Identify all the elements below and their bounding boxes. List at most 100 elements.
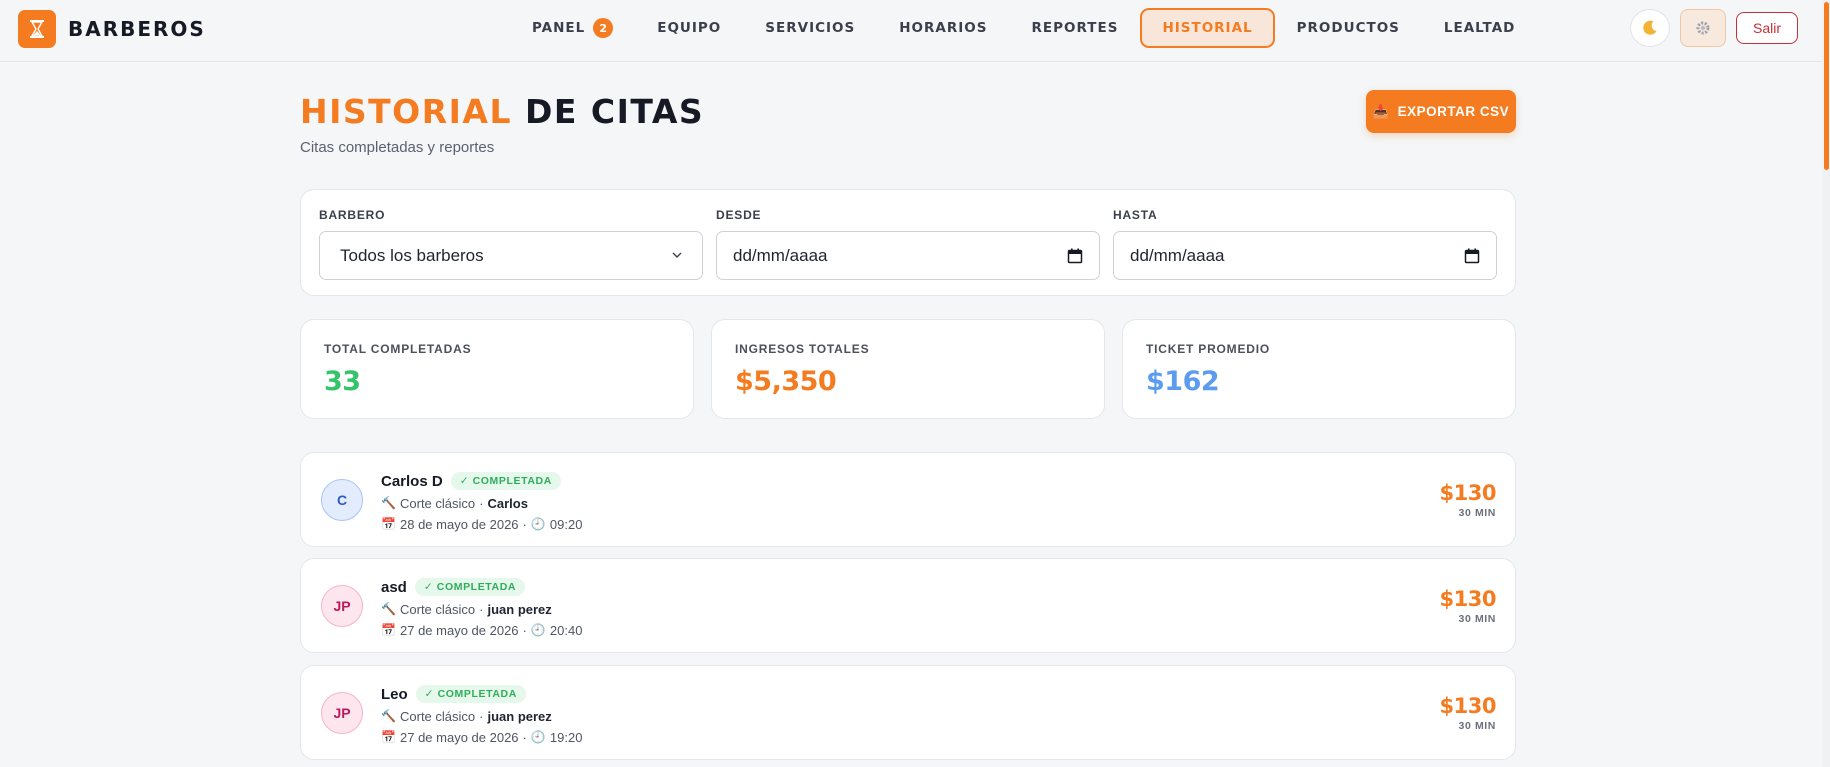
service-name: Corte clásico xyxy=(400,708,476,724)
appointment-card[interactable]: JP asd ✓ COMPLETADA 🔨 Corte clásico · ju… xyxy=(300,558,1516,653)
nav-item-equipo[interactable]: EQUIPO xyxy=(635,8,743,48)
nav-item-panel[interactable]: PANEL 2 xyxy=(510,8,635,48)
client-name: Leo xyxy=(381,685,408,703)
page-title: HISTORIAL DE CITAS xyxy=(300,92,704,131)
appointment-time: 20:40 xyxy=(549,622,583,638)
appointment-details: asd ✓ COMPLETADA 🔨 Corte clásico · juan … xyxy=(381,577,582,639)
main-nav: PANEL 2 EQUIPO SERVICIOS HORARIOS REPORT… xyxy=(510,8,1537,48)
appointment-date: 27 de mayo de 2026 xyxy=(400,622,519,638)
duration: 30 MIN xyxy=(1458,720,1496,732)
appointment-time: 09:20 xyxy=(549,516,583,532)
chevron-down-icon xyxy=(672,252,682,258)
export-csv-label: EXPORTAR CSV xyxy=(1397,104,1510,119)
hammer-icon: 🔨 xyxy=(381,496,396,510)
calendar-icon: 📅 xyxy=(381,623,396,637)
to-date-filter: HASTA dd/mm/aaaa xyxy=(1113,208,1497,280)
appointment-price: $130 30 MIN xyxy=(1439,587,1497,625)
stat-card-ticket-promedio: TICKET PROMEDIO $162 xyxy=(1122,319,1516,419)
gear-icon xyxy=(1696,21,1710,35)
appointment-price: $130 30 MIN xyxy=(1439,694,1497,732)
moon-icon xyxy=(1643,20,1657,35)
service-line: 🔨 Corte clásico · juan perez xyxy=(381,601,552,617)
theme-toggle-button[interactable] xyxy=(1629,9,1670,47)
calendar-icon: 📅 xyxy=(381,730,396,744)
appointment-details: Leo ✓ COMPLETADA 🔨 Corte clásico · juan … xyxy=(381,684,582,746)
appointment-price: $130 30 MIN xyxy=(1439,481,1497,519)
barber-filter: BARBERO Todos los barberos xyxy=(319,208,703,280)
appointment-date: 27 de mayo de 2026 xyxy=(400,729,519,745)
duration: 30 MIN xyxy=(1458,613,1496,625)
from-date-value: dd/mm/aaaa xyxy=(733,245,828,265)
hammer-icon: 🔨 xyxy=(381,709,396,723)
nav-item-lealtad[interactable]: LEALTAD xyxy=(1422,8,1537,48)
appointment-card[interactable]: C Carlos D ✓ COMPLETADA 🔨 Corte clásico … xyxy=(300,452,1516,547)
barber-name: juan perez xyxy=(487,708,552,724)
barber-name: Carlos xyxy=(487,495,528,511)
filters-panel: BARBERO Todos los barberos DESDE dd/mm/a… xyxy=(300,189,1516,296)
clock-icon: 🕘 xyxy=(530,623,546,637)
appointment-time: 19:20 xyxy=(549,729,583,745)
from-date-filter: DESDE dd/mm/aaaa xyxy=(716,208,1100,280)
price: $130 xyxy=(1439,587,1497,611)
inbox-tray-icon: 📥 xyxy=(1372,103,1390,119)
top-navigation-bar: BARBEROS PANEL 2 EQUIPO SERVICIOS HORARI… xyxy=(0,0,1830,62)
page-subtitle: Citas completadas y reportes xyxy=(300,139,495,156)
calendar-icon[interactable] xyxy=(1067,248,1083,264)
price: $130 xyxy=(1439,694,1497,718)
service-line: 🔨 Corte clásico · juan perez xyxy=(381,708,552,724)
stat-value: $5,350 xyxy=(735,366,837,397)
client-name: asd xyxy=(381,578,407,596)
brand[interactable]: BARBEROS xyxy=(18,10,206,48)
clock-icon: 🕘 xyxy=(530,517,546,531)
status-badge: ✓ COMPLETADA xyxy=(414,578,526,596)
hourglass-icon xyxy=(18,10,56,48)
service-name: Corte clásico xyxy=(400,495,476,511)
settings-button[interactable] xyxy=(1679,9,1726,47)
scrollbar[interactable] xyxy=(1822,0,1830,767)
avatar: C xyxy=(321,479,363,521)
service-line: 🔨 Corte clásico · Carlos xyxy=(381,495,528,511)
appointment-card[interactable]: JP Leo ✓ COMPLETADA 🔨 Corte clásico · ju… xyxy=(300,665,1516,760)
barber-select[interactable]: Todos los barberos xyxy=(319,231,703,280)
status-badge: ✓ COMPLETADA xyxy=(450,472,561,490)
scrollbar-thumb[interactable] xyxy=(1824,2,1829,170)
status-badge: ✓ COMPLETADA xyxy=(415,685,526,703)
stat-value: $162 xyxy=(1146,366,1220,397)
to-date-input[interactable]: dd/mm/aaaa xyxy=(1113,231,1497,280)
nav-item-productos[interactable]: PRODUCTOS xyxy=(1275,8,1422,48)
to-date-value: dd/mm/aaaa xyxy=(1130,245,1225,265)
stat-value: 33 xyxy=(324,366,361,397)
service-name: Corte clásico xyxy=(400,601,476,617)
calendar-icon: 📅 xyxy=(381,517,396,531)
nav-item-historial[interactable]: HISTORIAL xyxy=(1140,8,1275,48)
client-name: Carlos D xyxy=(381,472,443,490)
nav-item-servicios[interactable]: SERVICIOS xyxy=(743,8,877,48)
notification-badge: 2 xyxy=(593,18,614,38)
price: $130 xyxy=(1439,481,1497,505)
top-actions: Salir xyxy=(1629,9,1798,47)
barber-filter-label: BARBERO xyxy=(319,208,386,222)
appointment-date: 28 de mayo de 2026 xyxy=(400,516,519,532)
to-date-label: HASTA xyxy=(1113,208,1158,222)
nav-item-reportes[interactable]: REPORTES xyxy=(1010,8,1141,48)
brand-name: BARBEROS xyxy=(68,17,206,41)
stat-label: TOTAL COMPLETADAS xyxy=(324,342,472,356)
nav-item-horarios[interactable]: HORARIOS xyxy=(877,8,1009,48)
page-title-accent: HISTORIAL xyxy=(300,92,512,131)
nav-item-label: PANEL xyxy=(532,20,586,36)
from-date-input[interactable]: dd/mm/aaaa xyxy=(716,231,1100,280)
duration: 30 MIN xyxy=(1458,507,1496,519)
schedule-line: 📅 28 de mayo de 2026 · 🕘 09:20 xyxy=(381,516,583,532)
logout-button[interactable]: Salir xyxy=(1735,12,1798,44)
stat-card-ingresos-totales: INGRESOS TOTALES $5,350 xyxy=(711,319,1105,419)
avatar: JP xyxy=(321,692,363,734)
from-date-label: DESDE xyxy=(716,208,762,222)
stat-card-total-completadas: TOTAL COMPLETADAS 33 xyxy=(300,319,694,419)
avatar: JP xyxy=(321,585,363,627)
stat-label: TICKET PROMEDIO xyxy=(1146,342,1271,356)
calendar-icon[interactable] xyxy=(1464,248,1480,264)
appointment-details: Carlos D ✓ COMPLETADA 🔨 Corte clásico · … xyxy=(381,471,582,533)
export-csv-button[interactable]: 📥 EXPORTAR CSV xyxy=(1366,90,1516,133)
hammer-icon: 🔨 xyxy=(381,602,396,616)
schedule-line: 📅 27 de mayo de 2026 · 🕘 19:20 xyxy=(381,729,583,745)
